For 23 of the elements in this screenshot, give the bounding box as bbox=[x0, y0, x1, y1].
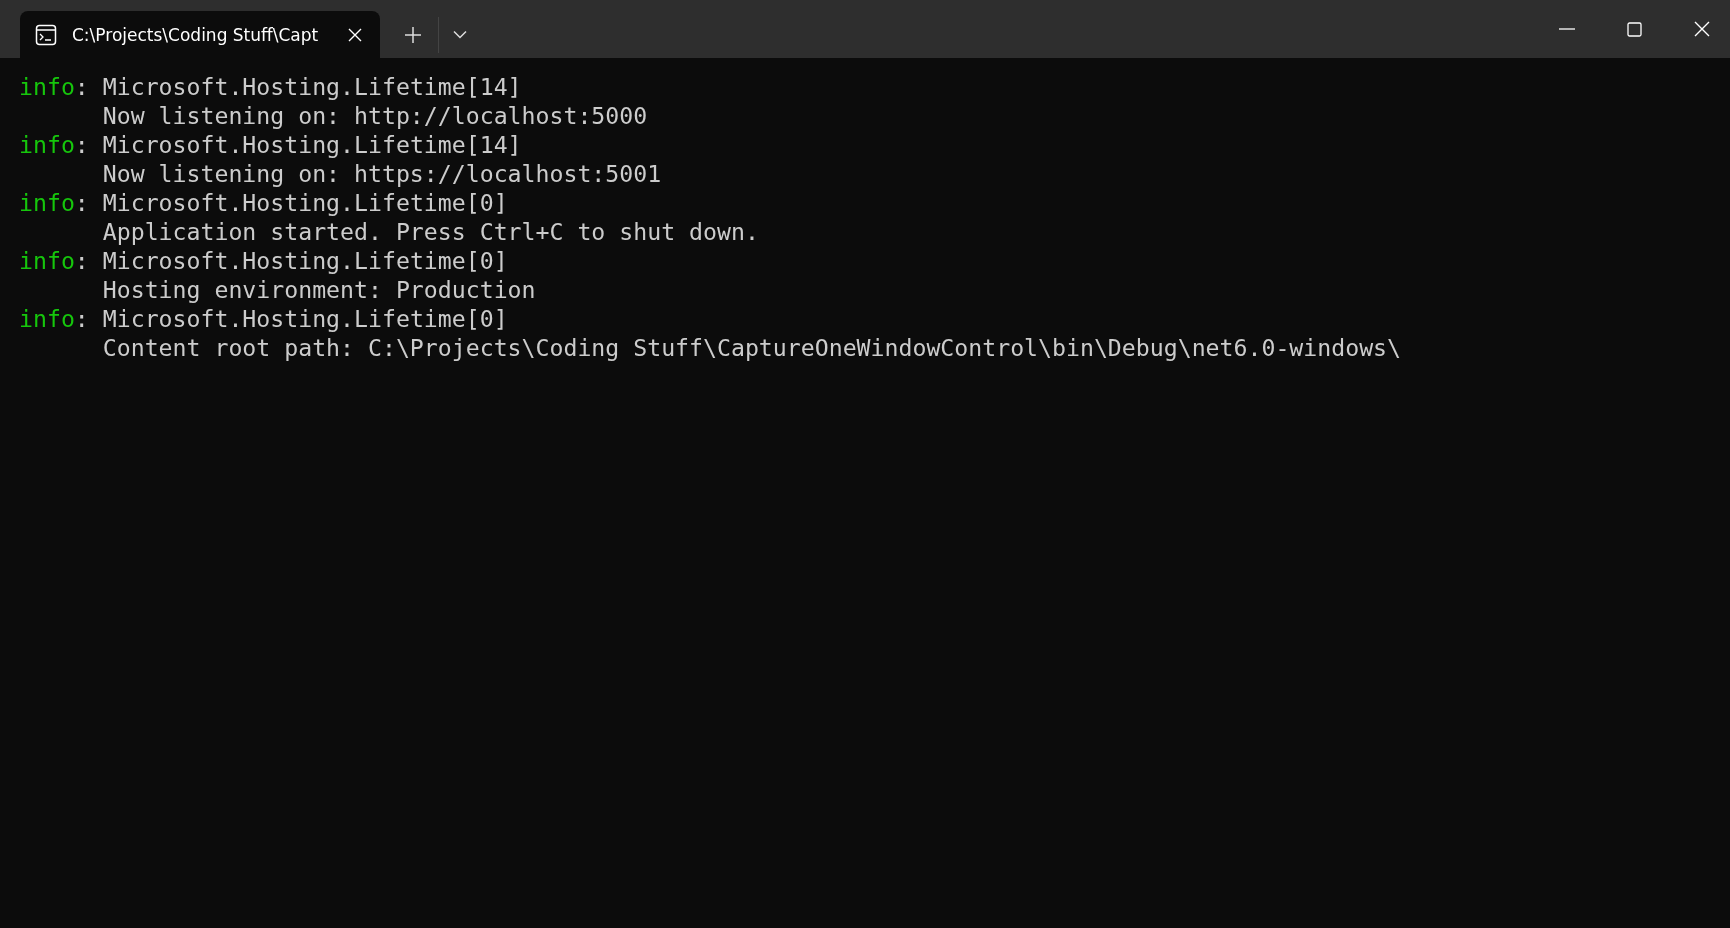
log-level: info bbox=[19, 73, 75, 100]
log-message: Now listening on: https://localhost:5001 bbox=[102, 160, 662, 187]
log-source: : Microsoft.Hosting.Lifetime[0] bbox=[74, 189, 508, 216]
log-level: info bbox=[19, 247, 75, 274]
log-message: Hosting environment: Production bbox=[102, 276, 536, 303]
close-icon[interactable] bbox=[1694, 21, 1710, 37]
log-source: : Microsoft.Hosting.Lifetime[14] bbox=[74, 73, 522, 100]
log-level: info bbox=[19, 305, 75, 332]
log-source: : Microsoft.Hosting.Lifetime[0] bbox=[74, 247, 508, 274]
log-message: Application started. Press Ctrl+C to shut down. bbox=[102, 218, 759, 245]
log-message: Content root path: C:\Projects\Coding Stuff\CaptureOneWindowControl\bin\Debug\net6.0-windows\ bbox=[102, 334, 1402, 361]
new-tab-icon[interactable] bbox=[404, 25, 422, 44]
tab-title: C:\Projects\Coding Stuff\Capt bbox=[72, 24, 320, 45]
log-level: info bbox=[19, 189, 75, 216]
terminal-icon bbox=[35, 23, 57, 46]
close-icon[interactable] bbox=[348, 27, 362, 42]
maximize-icon[interactable] bbox=[1627, 21, 1642, 37]
log-message: Now listening on: http://localhost:5000 bbox=[102, 102, 648, 129]
log-source: : Microsoft.Hosting.Lifetime[0] bbox=[74, 305, 508, 332]
log-source: : Microsoft.Hosting.Lifetime[14] bbox=[74, 131, 522, 158]
log-level: info bbox=[19, 131, 75, 158]
dropdown-caret-icon[interactable] bbox=[453, 30, 467, 39]
terminal-tab[interactable]: C:\Projects\Coding Stuff\Capt bbox=[20, 11, 380, 58]
